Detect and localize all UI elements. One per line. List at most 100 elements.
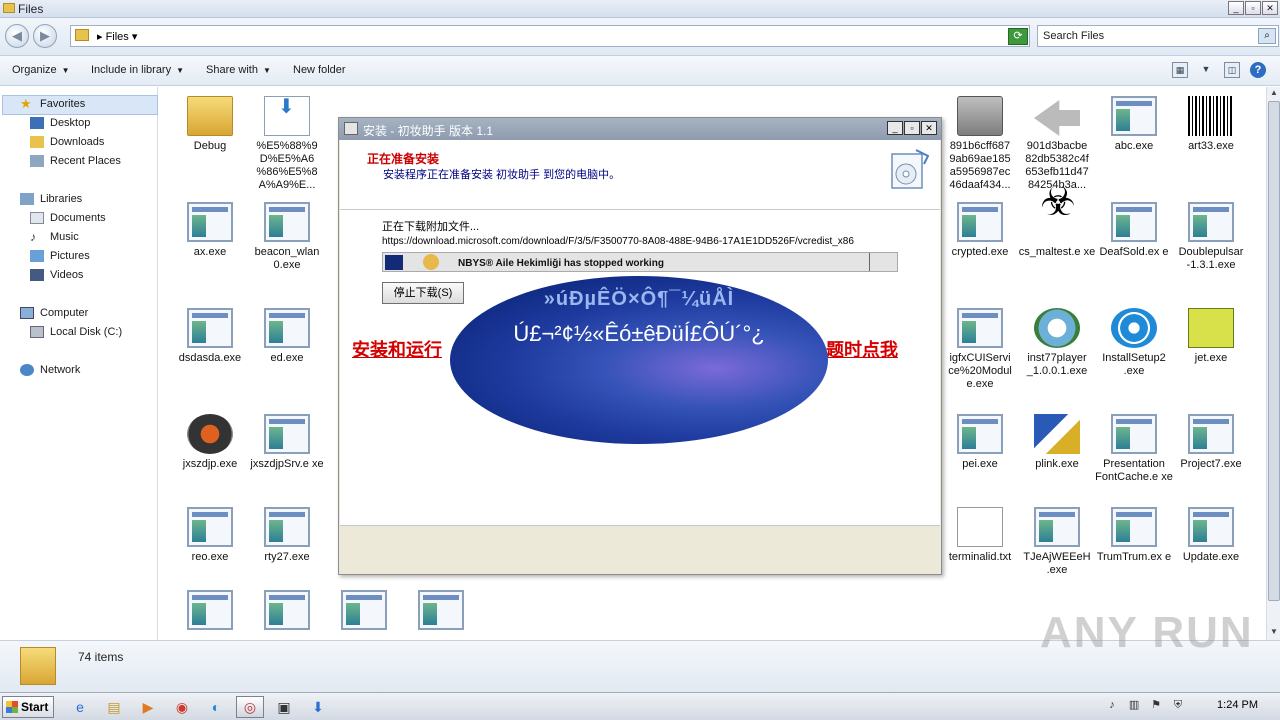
file-item[interactable]: Debug	[170, 96, 250, 153]
scroll-thumb[interactable]	[1268, 101, 1280, 601]
progress-separator	[869, 253, 870, 271]
ie-icon[interactable]: e	[66, 696, 94, 718]
file-item[interactable]: art33.exe	[1171, 96, 1251, 153]
nav-pictures[interactable]: Pictures	[30, 250, 90, 262]
vertical-scrollbar[interactable]: ▲ ▼	[1266, 87, 1280, 640]
file-item[interactable]	[170, 590, 250, 638]
file-item[interactable]: jet.exe	[1171, 308, 1251, 365]
exe-icon	[341, 590, 387, 630]
file-item[interactable]: pei.exe	[940, 414, 1020, 471]
maximize-button[interactable]: ▫	[1245, 1, 1261, 15]
biohazard-icon	[1034, 196, 1080, 242]
volume-icon[interactable]: ♪	[1105, 698, 1119, 712]
include-in-library-menu[interactable]: Include in library ▼	[91, 64, 184, 76]
forward-button[interactable]: ▶	[33, 24, 57, 48]
file-item[interactable]: DeafSold.ex e	[1094, 202, 1174, 259]
file-item[interactable]: rty27.exe	[247, 507, 327, 564]
nav-recent-places[interactable]: Recent Places	[30, 155, 121, 167]
file-item[interactable]: cs_maltest.e xe	[1017, 196, 1097, 259]
dialog-minimize-button[interactable]: _	[887, 121, 903, 135]
flag-icon[interactable]: ⚑	[1149, 698, 1163, 712]
nav-documents[interactable]: Documents	[30, 212, 106, 224]
chrome-icon[interactable]: ◉	[168, 696, 196, 718]
file-item[interactable]: dsdasda.exe	[170, 308, 250, 365]
nav-music[interactable]: ♪ Music	[30, 231, 79, 243]
network-icon	[20, 364, 34, 376]
chevron-down-icon[interactable]: ▼	[1198, 62, 1214, 78]
new-folder-button[interactable]: New folder	[293, 64, 346, 76]
edge-icon[interactable]: ◐	[202, 696, 230, 718]
file-item[interactable]: terminalid.txt	[940, 507, 1020, 564]
security-shield-icon[interactable]: ⛨	[1171, 698, 1185, 712]
address-field[interactable]: ▸ Files ▾ ▼	[70, 25, 1030, 47]
file-item[interactable]: ed.exe	[247, 308, 327, 365]
downloading-label: 正在下载附加文件...	[382, 221, 480, 233]
nav-favorites[interactable]: ★ Favorites	[20, 97, 86, 110]
nav-label: Favorites	[40, 98, 86, 110]
jet-icon	[1188, 308, 1234, 348]
taskbar-app-window[interactable]: ▣	[270, 696, 298, 718]
explorer-icon[interactable]: ▤	[100, 696, 128, 718]
search-input[interactable]: Search Files ⌕	[1037, 25, 1279, 47]
minimize-button[interactable]: _	[1228, 1, 1244, 15]
view-options-icon[interactable]: ▦	[1172, 62, 1188, 78]
red-link-left[interactable]: 安装和运行	[352, 336, 442, 362]
barcode-icon	[1188, 96, 1234, 136]
exe-icon	[957, 202, 1003, 242]
media-player-icon[interactable]: ▶	[134, 696, 162, 718]
help-icon[interactable]: ?	[1250, 62, 1266, 78]
start-button[interactable]: Start	[2, 696, 54, 718]
search-icon[interactable]: ⌕	[1258, 28, 1276, 44]
file-item[interactable]: Project7.exe	[1171, 414, 1251, 471]
file-item[interactable]: TrumTrum.ex e	[1094, 507, 1174, 564]
file-item[interactable]: igfxCUIServi ce%20Modul e.exe	[940, 308, 1020, 391]
desktop-icon	[30, 117, 44, 129]
taskbar-app-active[interactable]: ◎	[236, 696, 264, 718]
scroll-down-icon[interactable]: ▼	[1268, 627, 1280, 639]
file-item[interactable]: 891b6cff687 9ab69ae185 a5956987ec 46daaf…	[940, 96, 1020, 192]
taskbar: Start e ▤ ▶ ◉ ◐ ◎ ▣ ⬇ ♪ ▥ ⚑ ⛨ 1:24 PM	[0, 692, 1280, 720]
refresh-button[interactable]: ⟳	[1008, 28, 1028, 45]
file-item[interactable]	[401, 590, 481, 638]
file-item[interactable]: jxszdjp.exe	[170, 414, 250, 471]
file-item[interactable]	[247, 590, 327, 638]
file-item[interactable]	[324, 590, 404, 638]
file-item[interactable]: Update.exe	[1171, 507, 1251, 564]
preview-pane-icon[interactable]: ◫	[1224, 62, 1240, 78]
file-item[interactable]: beacon_wlan 0.exe	[247, 202, 327, 272]
file-item[interactable]: reo.exe	[170, 507, 250, 564]
installer-taskbar-icon[interactable]: ⬇	[304, 696, 332, 718]
breadcrumb[interactable]: ▸ Files ▾	[97, 30, 137, 43]
nav-computer[interactable]: Computer	[20, 307, 88, 319]
file-item[interactable]: Doublepulsar -1.3.1.exe	[1171, 202, 1251, 272]
file-item[interactable]: ax.exe	[170, 202, 250, 259]
clock[interactable]: 1:24 PM	[1217, 699, 1258, 711]
nav-videos[interactable]: Videos	[30, 269, 83, 281]
file-item[interactable]: plink.exe	[1017, 414, 1097, 471]
file-item[interactable]: 901d3bacbe 82db5382c4f 653efb11d47 84254…	[1017, 96, 1097, 192]
close-button[interactable]: ✕	[1262, 1, 1278, 15]
file-item[interactable]: abc.exe	[1094, 96, 1174, 153]
popup-ellipse[interactable]: »úÐµÊÖ×Ô¶¯¼üÅÌ Ú£¬²¢½«Êó±êÐüÍ£ÔÚ´°¿	[450, 276, 828, 444]
nav-desktop[interactable]: Desktop	[30, 117, 90, 129]
nav-local-disk[interactable]: Local Disk (C:)	[30, 326, 122, 338]
dialog-maximize-button[interactable]: ▫	[904, 121, 920, 135]
file-item[interactable]: crypted.exe	[940, 202, 1020, 259]
organize-menu[interactable]: Organize ▼	[12, 64, 70, 76]
file-item[interactable]: Presentation FontCache.e xe	[1094, 414, 1174, 484]
file-item[interactable]: %E5%88%9 D%E5%A6 %86%E5%8 A%A9%E...	[247, 96, 327, 192]
dialog-close-button[interactable]: ✕	[921, 121, 937, 135]
file-item[interactable]: jxszdjpSrv.e xe	[247, 414, 327, 471]
red-link-right[interactable]: 题时点我	[826, 336, 898, 362]
exe-icon	[1188, 414, 1234, 454]
nav-network[interactable]: Network	[20, 364, 80, 376]
file-item[interactable]: InstallSetup2 .exe	[1094, 308, 1174, 378]
back-button[interactable]: ◀	[5, 24, 29, 48]
network-tray-icon[interactable]: ▥	[1127, 698, 1141, 712]
share-with-menu[interactable]: Share with ▼	[206, 64, 271, 76]
scroll-up-icon[interactable]: ▲	[1268, 88, 1280, 100]
nav-downloads[interactable]: Downloads	[30, 136, 104, 148]
file-item[interactable]: inst77player _1.0.0.1.exe	[1017, 308, 1097, 378]
file-item[interactable]: TJeAjWEEeH .exe	[1017, 507, 1097, 577]
nav-libraries[interactable]: Libraries	[20, 193, 82, 205]
